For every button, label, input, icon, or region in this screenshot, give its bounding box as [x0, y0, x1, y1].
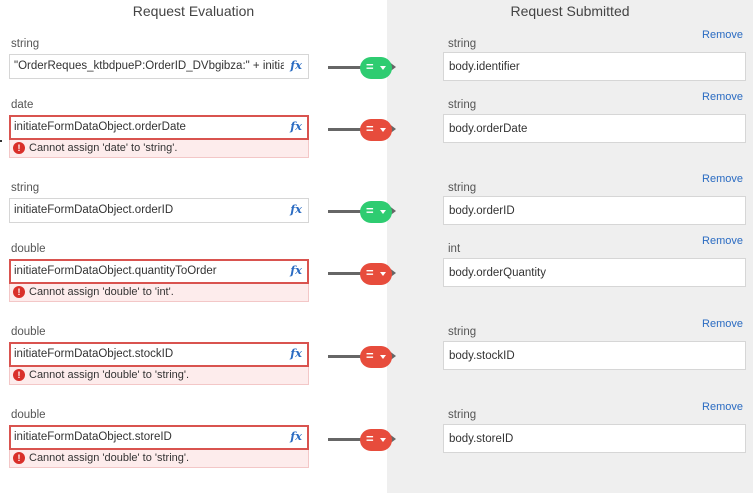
match-status-toggle[interactable]: =	[360, 263, 392, 285]
target-field[interactable]: body.identifier	[443, 52, 746, 81]
match-status-toggle[interactable]: =	[360, 57, 392, 79]
exclamation-circle-icon: !	[13, 142, 25, 154]
expression-input[interactable]: initiateFormDataObject.quantityToOrder f…	[9, 259, 309, 284]
target-field[interactable]: body.orderID	[443, 196, 746, 225]
error-message: ! Cannot assign 'date' to 'string'.	[9, 140, 309, 158]
target-field[interactable]: body.stockID	[443, 341, 746, 370]
caret-down-icon	[380, 438, 386, 442]
target-field[interactable]: body.storeID	[443, 424, 746, 453]
target-type-label: string	[448, 38, 477, 50]
equals-icon: =	[366, 121, 374, 136]
expression-text: initiateFormDataObject.quantityToOrder	[14, 265, 217, 277]
target-field-text: body.stockID	[449, 350, 515, 362]
error-message: ! Cannot assign 'double' to 'string'.	[9, 367, 309, 385]
source-type-label: double	[11, 243, 46, 255]
target-field[interactable]: body.orderDate	[443, 114, 746, 143]
exclamation-circle-icon: !	[13, 286, 25, 298]
expression-text: initiateFormDataObject.stockID	[14, 348, 174, 360]
source-type-label: string	[11, 182, 40, 194]
equals-icon: =	[366, 348, 374, 363]
fx-icon[interactable]: fx	[290, 263, 302, 277]
target-type-label: string	[448, 182, 477, 194]
target-type-label: string	[448, 99, 477, 111]
remove-link[interactable]: Remove	[702, 318, 743, 330]
fx-icon[interactable]: fx	[290, 346, 302, 360]
target-field-text: body.orderDate	[449, 123, 528, 135]
error-text: Cannot assign 'double' to 'string'.	[29, 369, 190, 381]
fx-icon[interactable]: fx	[290, 202, 302, 216]
fx-icon[interactable]: fx	[290, 58, 302, 72]
target-type-label: string	[448, 409, 477, 421]
expression-input[interactable]: initiateFormDataObject.stockID fx	[9, 342, 309, 367]
match-status-toggle[interactable]: =	[360, 429, 392, 451]
expression-text: initiateFormDataObject.orderDate	[14, 121, 186, 133]
fx-icon[interactable]: fx	[290, 429, 302, 443]
target-type-label: string	[448, 326, 477, 338]
caret-down-icon	[380, 272, 386, 276]
remove-link[interactable]: Remove	[702, 91, 743, 103]
error-message: ! Cannot assign 'double' to 'int'.	[9, 284, 309, 302]
target-field-text: body.orderID	[449, 205, 515, 217]
caret-down-icon	[380, 210, 386, 214]
exclamation-circle-icon: !	[13, 452, 25, 464]
caret-down-icon	[380, 66, 386, 70]
target-field[interactable]: body.orderQuantity	[443, 258, 746, 287]
caret-down-icon	[380, 355, 386, 359]
equals-icon: =	[366, 59, 374, 74]
expression-text: initiateFormDataObject.storeID	[14, 431, 172, 443]
expression-input[interactable]: initiateFormDataObject.storeID fx	[9, 425, 309, 450]
equals-icon: =	[366, 203, 374, 218]
mapping-rows: string "OrderReques_ktbdpueP:OrderID_DVb…	[0, 0, 753, 493]
target-field-text: body.storeID	[449, 433, 514, 445]
exclamation-circle-icon: !	[13, 369, 25, 381]
target-field-text: body.identifier	[449, 61, 520, 73]
target-type-label: int	[448, 243, 461, 255]
error-text: Cannot assign 'date' to 'string'.	[29, 142, 178, 154]
equals-icon: =	[366, 431, 374, 446]
equals-icon: =	[366, 265, 374, 280]
match-status-toggle[interactable]: =	[360, 119, 392, 141]
expression-text: "OrderReques_ktbdpueP:OrderID_DVbgibza:"…	[14, 60, 284, 72]
source-type-label: date	[11, 99, 34, 111]
match-status-toggle[interactable]: =	[360, 201, 392, 223]
expression-input[interactable]: initiateFormDataObject.orderDate fx	[9, 115, 309, 140]
error-text: Cannot assign 'double' to 'int'.	[29, 286, 174, 298]
expression-text: initiateFormDataObject.orderID	[14, 204, 174, 216]
source-type-label: double	[11, 326, 46, 338]
source-type-label: double	[11, 409, 46, 421]
expression-input[interactable]: "OrderReques_ktbdpueP:OrderID_DVbgibza:"…	[9, 54, 309, 79]
expression-input[interactable]: initiateFormDataObject.orderID fx	[9, 198, 309, 223]
error-text: Cannot assign 'double' to 'string'.	[29, 452, 190, 464]
fx-icon[interactable]: fx	[290, 119, 302, 133]
match-status-toggle[interactable]: =	[360, 346, 392, 368]
remove-link[interactable]: Remove	[702, 401, 743, 413]
caret-down-icon	[380, 128, 386, 132]
error-message: ! Cannot assign 'double' to 'string'.	[9, 450, 309, 468]
source-type-label: string	[11, 38, 40, 50]
target-field-text: body.orderQuantity	[449, 267, 546, 279]
remove-link[interactable]: Remove	[702, 29, 743, 41]
remove-link[interactable]: Remove	[702, 173, 743, 185]
remove-link[interactable]: Remove	[702, 235, 743, 247]
